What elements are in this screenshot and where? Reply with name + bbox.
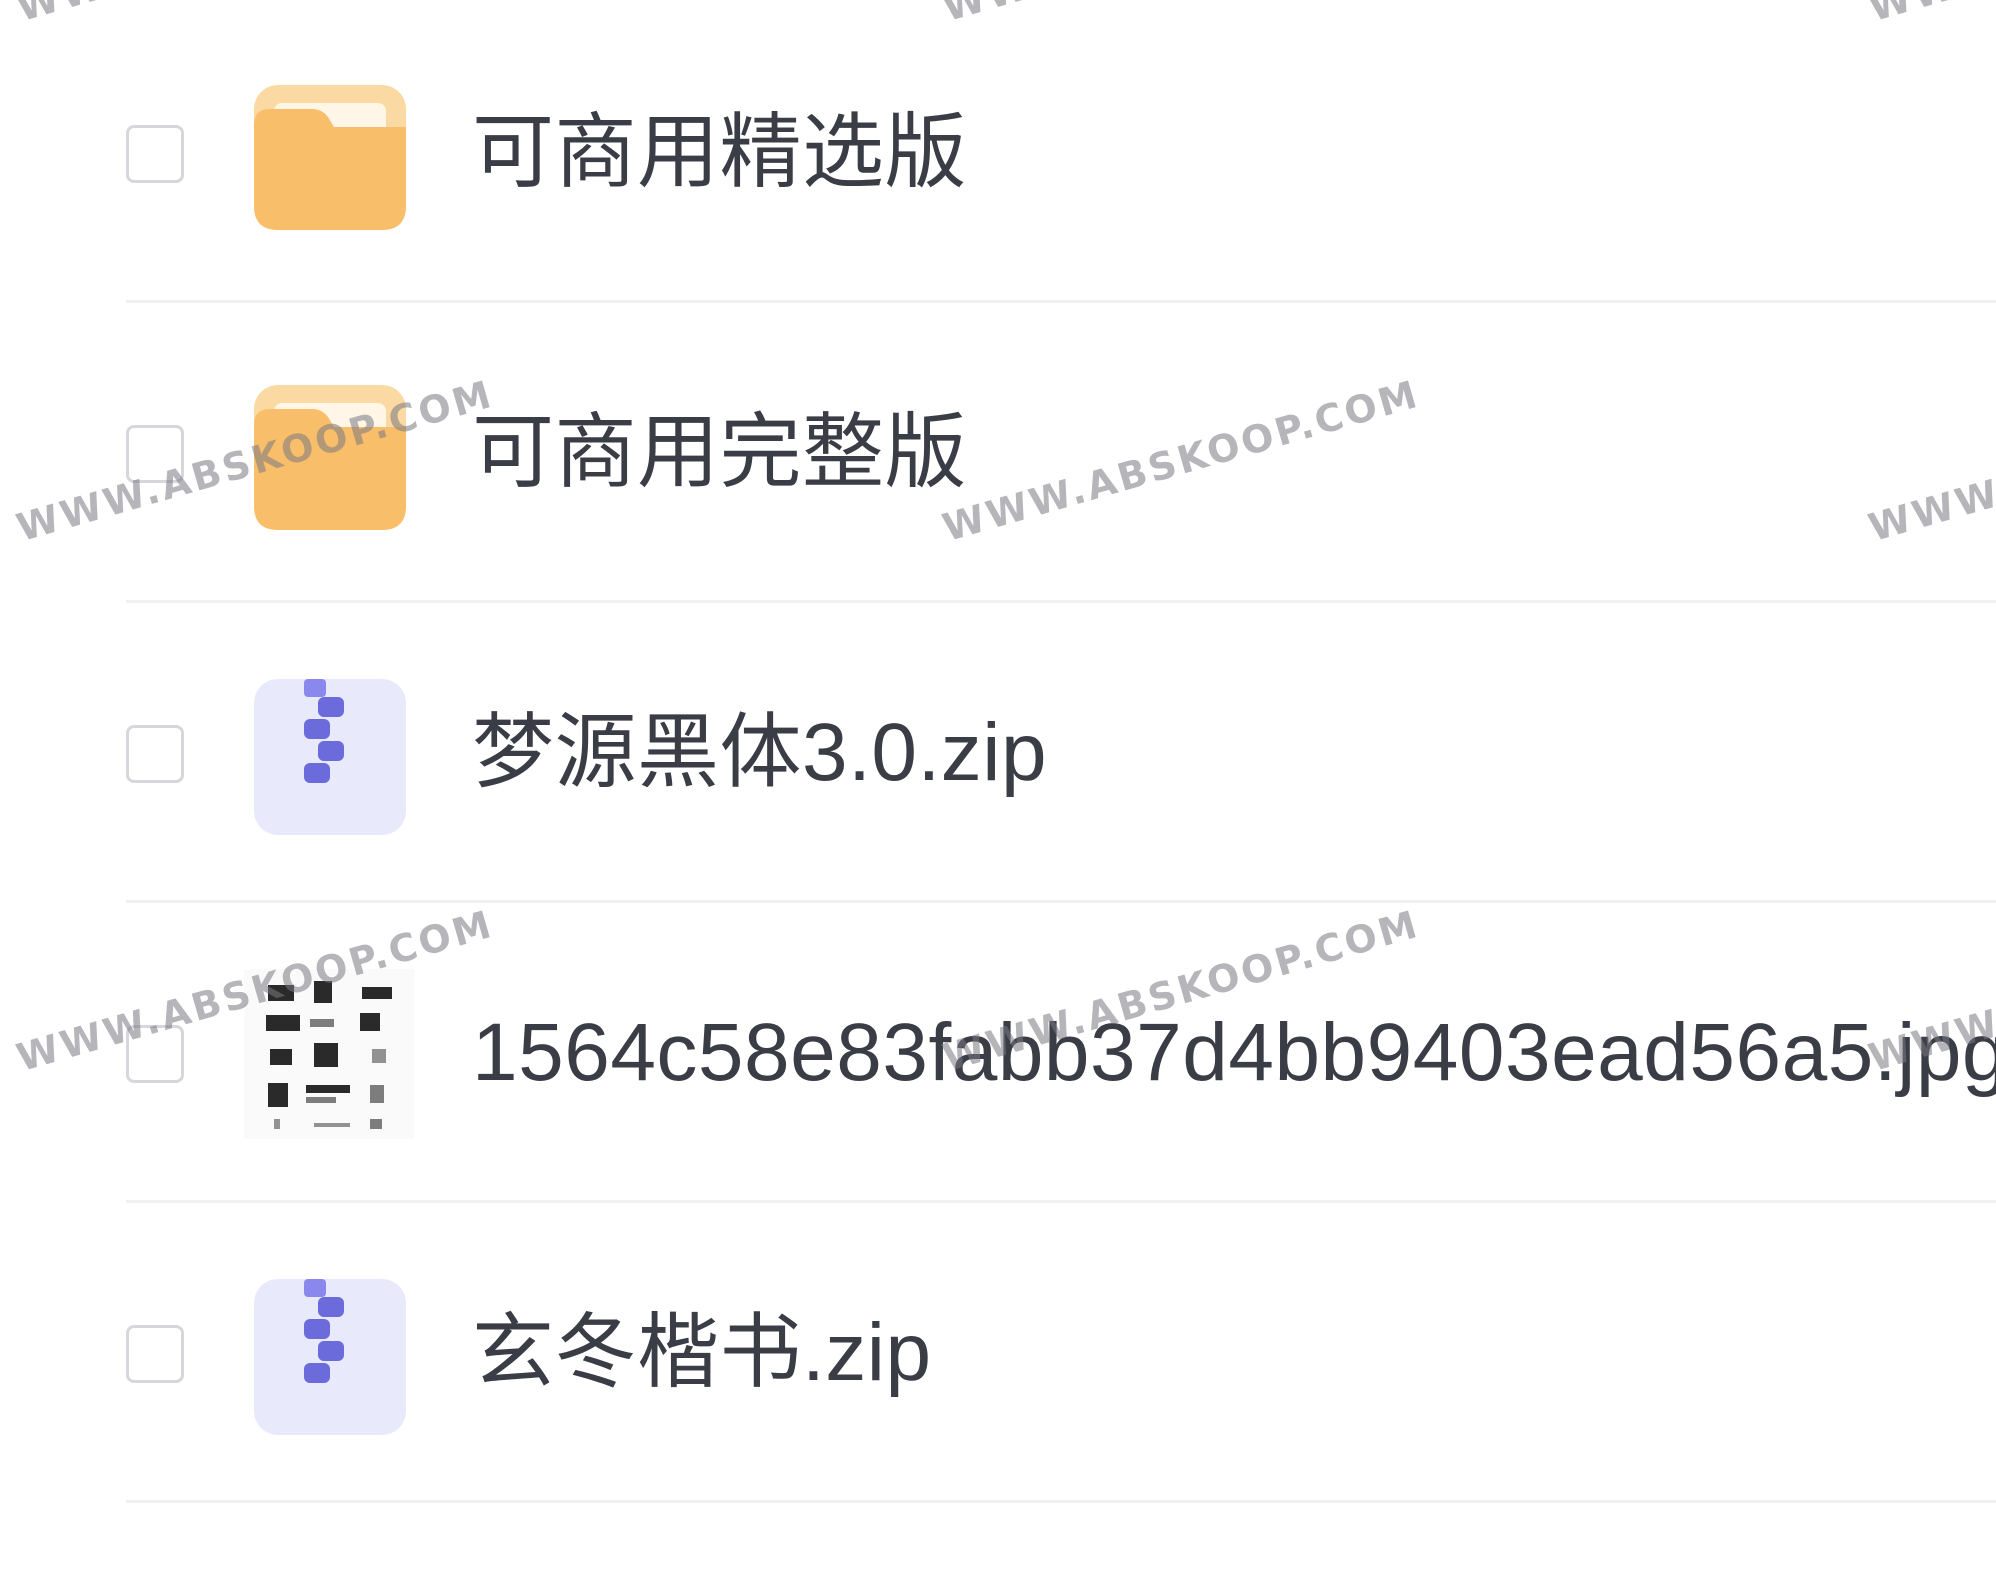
list-item[interactable]: 可商用精选版	[0, 3, 1996, 303]
file-name[interactable]: 梦源黑体3.0.zip	[472, 603, 1047, 903]
select-checkbox[interactable]	[126, 125, 184, 183]
select-checkbox[interactable]	[126, 725, 184, 783]
file-list: 可商用精选版 可商用完整版 梦源黑体3.0.zip 1564c58e83fabb…	[0, 0, 1996, 1570]
file-name[interactable]: 玄冬楷书.zip	[472, 1203, 932, 1503]
file-name[interactable]: 1564c58e83fabb37d4bb9403ead56a5.jpg	[472, 903, 1996, 1203]
file-name[interactable]: 可商用完整版	[472, 303, 967, 603]
folder-icon	[254, 85, 406, 230]
select-checkbox[interactable]	[126, 1325, 184, 1383]
file-name[interactable]: 可商用精选版	[472, 3, 967, 303]
list-item[interactable]: 玄冬楷书.zip	[0, 1203, 1996, 1503]
list-item[interactable]: 梦源黑体3.0.zip	[0, 603, 1996, 903]
zip-icon	[254, 1279, 406, 1435]
row-divider	[126, 1500, 1996, 1503]
zip-icon	[254, 679, 406, 835]
